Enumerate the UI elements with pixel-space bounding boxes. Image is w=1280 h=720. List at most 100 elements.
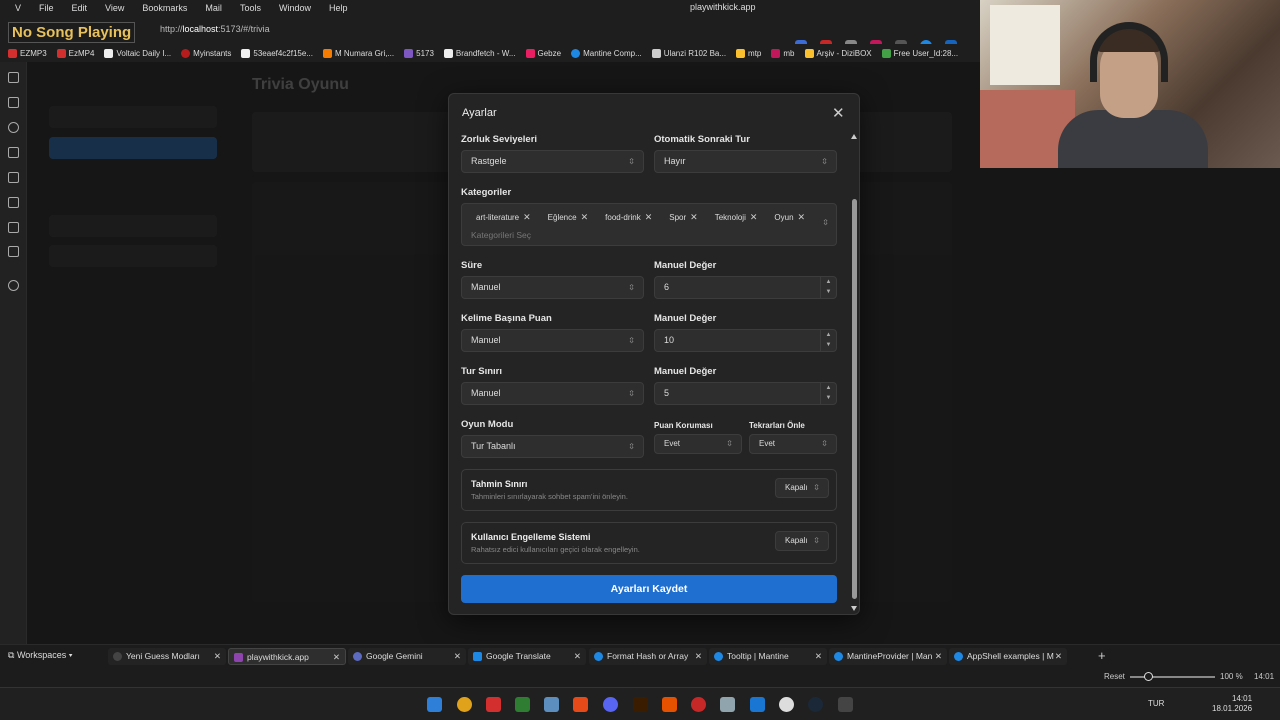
scrollbar-thumb[interactable] <box>852 199 857 599</box>
chrome-icon[interactable] <box>457 697 472 712</box>
zoom-slider-knob[interactable] <box>1144 672 1153 681</box>
obs-icon[interactable] <box>779 697 794 712</box>
calendar-panel-icon[interactable] <box>8 246 19 257</box>
app-icon[interactable] <box>691 697 706 712</box>
discord-icon[interactable] <box>603 697 618 712</box>
scroll-down-icon[interactable] <box>851 606 857 611</box>
bookmark[interactable]: M Numara Gri,... <box>323 48 394 58</box>
points-number-input[interactable]: 10 ▲ ▼ <box>654 329 837 352</box>
tab[interactable]: Google Gemini ✕ <box>348 648 466 665</box>
remove-tag-icon[interactable]: ✕ <box>523 212 531 223</box>
bookmark[interactable]: 53eaef4c2f15e... <box>241 48 313 58</box>
bookmark[interactable]: Free User_Id:28... <box>881 48 958 58</box>
game-mode-select[interactable]: Tur Tabanlı ⇳ <box>461 435 644 458</box>
tab[interactable]: Format Hash or Array ✕ <box>589 648 707 665</box>
modal-scrollbar[interactable] <box>851 134 858 612</box>
bookmark[interactable]: Mantine Comp... <box>571 48 642 58</box>
bookmark[interactable]: mb <box>771 48 795 58</box>
difficulty-select[interactable]: Rastgele ⇳ <box>461 150 644 173</box>
system-clock[interactable]: 14:01 18.01.2026 <box>1212 694 1252 714</box>
bookmark[interactable]: Voltaic Daily I... <box>104 48 171 58</box>
guess-limit-select[interactable]: Kapalı ⇳ <box>775 478 829 498</box>
menu-help[interactable]: Help <box>320 3 357 13</box>
vivaldi-icon[interactable] <box>486 697 501 712</box>
menu-view[interactable]: View <box>96 3 133 13</box>
app-icon[interactable] <box>838 697 853 712</box>
close-tab-icon: ✕ <box>573 651 581 661</box>
status-bar: Reset 100 % 14:01 <box>0 667 1280 687</box>
remove-tag-icon[interactable]: ✕ <box>750 212 758 223</box>
close-tab-icon: ✕ <box>934 651 942 661</box>
bookmark[interactable]: mtp <box>736 48 761 58</box>
browser-side-panel <box>0 62 27 644</box>
window-panel-icon[interactable] <box>8 172 19 183</box>
menu-edit[interactable]: Edit <box>63 3 97 13</box>
stepper-icon[interactable]: ▲ ▼ <box>820 383 836 404</box>
save-settings-button[interactable]: Ayarları Kaydet <box>461 575 837 603</box>
notes-icon[interactable] <box>8 147 19 158</box>
categories-placeholder[interactable]: Kategorileri Seç <box>471 230 531 240</box>
bookmark[interactable]: EZMP3 <box>8 48 47 58</box>
duration-number-input[interactable]: 6 ▲ ▼ <box>654 276 837 299</box>
menu-tools[interactable]: Tools <box>231 3 270 13</box>
tab[interactable]: MantineProvider | Man ✕ <box>829 648 947 665</box>
add-panel-icon[interactable] <box>8 280 19 291</box>
windows-start-icon[interactable] <box>427 697 442 712</box>
menu-mail[interactable]: Mail <box>196 3 231 13</box>
bookmark[interactable]: Gebze <box>525 48 561 58</box>
folder-icon[interactable] <box>720 697 735 712</box>
bg-start-button <box>49 137 217 159</box>
app-icon[interactable] <box>662 697 677 712</box>
bookmark[interactable]: Arşiv - DiziBOX <box>804 48 872 58</box>
prevent-repeat-select[interactable]: Evet ⇳ <box>749 434 837 454</box>
bookmark[interactable]: Brandfetch - W... <box>443 48 516 58</box>
menu-bookmarks[interactable]: Bookmarks <box>133 3 196 13</box>
vivaldi-logo-icon[interactable]: V <box>6 3 30 13</box>
tab-active[interactable]: playwithkick.app ✕ <box>228 648 346 665</box>
remove-tag-icon[interactable]: ✕ <box>798 212 806 223</box>
terminal-icon[interactable] <box>515 697 530 712</box>
menu-window[interactable]: Window <box>270 3 320 13</box>
categories-multiselect[interactable]: art-literature ✕ Eğlence ✕ food-drink ✕ Spo… <box>461 203 837 246</box>
bookmark[interactable]: 5173 <box>404 48 434 58</box>
remove-tag-icon[interactable]: ✕ <box>690 212 698 223</box>
stepper-icon[interactable]: ▲ ▼ <box>820 330 836 351</box>
zoom-reset-button[interactable]: Reset <box>1104 672 1125 681</box>
tab[interactable]: Google Translate ✕ <box>468 648 586 665</box>
remove-tag-icon[interactable]: ✕ <box>581 212 589 223</box>
language-indicator[interactable]: TUR <box>1148 699 1164 708</box>
auto-next-select[interactable]: Hayır ⇳ <box>654 150 837 173</box>
url-field[interactable]: http://localhost:5173/#/trivia <box>160 24 270 34</box>
bookmark[interactable]: Ulanzi R102 Ba... <box>651 48 726 58</box>
menu-file[interactable]: File <box>30 3 63 13</box>
close-icon[interactable]: ✕ <box>832 104 845 122</box>
remove-tag-icon[interactable]: ✕ <box>645 212 653 223</box>
modal-title: Ayarlar <box>462 107 497 119</box>
round-limit-number-input[interactable]: 5 ▲ ▼ <box>654 382 837 405</box>
downloads-icon[interactable] <box>8 97 19 108</box>
filezilla-icon[interactable] <box>573 697 588 712</box>
scroll-up-icon[interactable] <box>851 134 857 139</box>
points-select[interactable]: Manuel ⇳ <box>461 329 644 352</box>
new-tab-button[interactable]: + <box>1098 648 1106 663</box>
bookmark[interactable]: EzMP4 <box>56 48 94 58</box>
round-limit-select[interactable]: Manuel ⇳ <box>461 382 644 405</box>
user-block-select[interactable]: Kapalı ⇳ <box>775 531 829 551</box>
tab[interactable]: Yeni Guess Modları ✕ <box>108 648 226 665</box>
app-icon[interactable] <box>544 697 559 712</box>
duration-select[interactable]: Manuel ⇳ <box>461 276 644 299</box>
tab[interactable]: Tooltip | Mantine ✕ <box>709 648 827 665</box>
point-protection-select[interactable]: Evet ⇳ <box>654 434 742 454</box>
mail-panel-icon[interactable] <box>8 222 19 233</box>
workspaces-button[interactable]: ⧉ Workspaces ▾ <box>8 650 73 661</box>
stepper-icon[interactable]: ▲ ▼ <box>820 277 836 298</box>
bookmark[interactable]: Myinstants <box>181 48 231 58</box>
steam-icon[interactable] <box>808 697 823 712</box>
bookmarks-panel-icon[interactable] <box>8 72 19 83</box>
illustrator-icon[interactable] <box>633 697 648 712</box>
zoom-slider[interactable] <box>1130 672 1215 681</box>
tab[interactable]: AppShell examples | M ✕ <box>949 648 1067 665</box>
history-icon[interactable] <box>8 122 19 133</box>
reading-list-icon[interactable] <box>8 197 19 208</box>
app-icon[interactable] <box>750 697 765 712</box>
